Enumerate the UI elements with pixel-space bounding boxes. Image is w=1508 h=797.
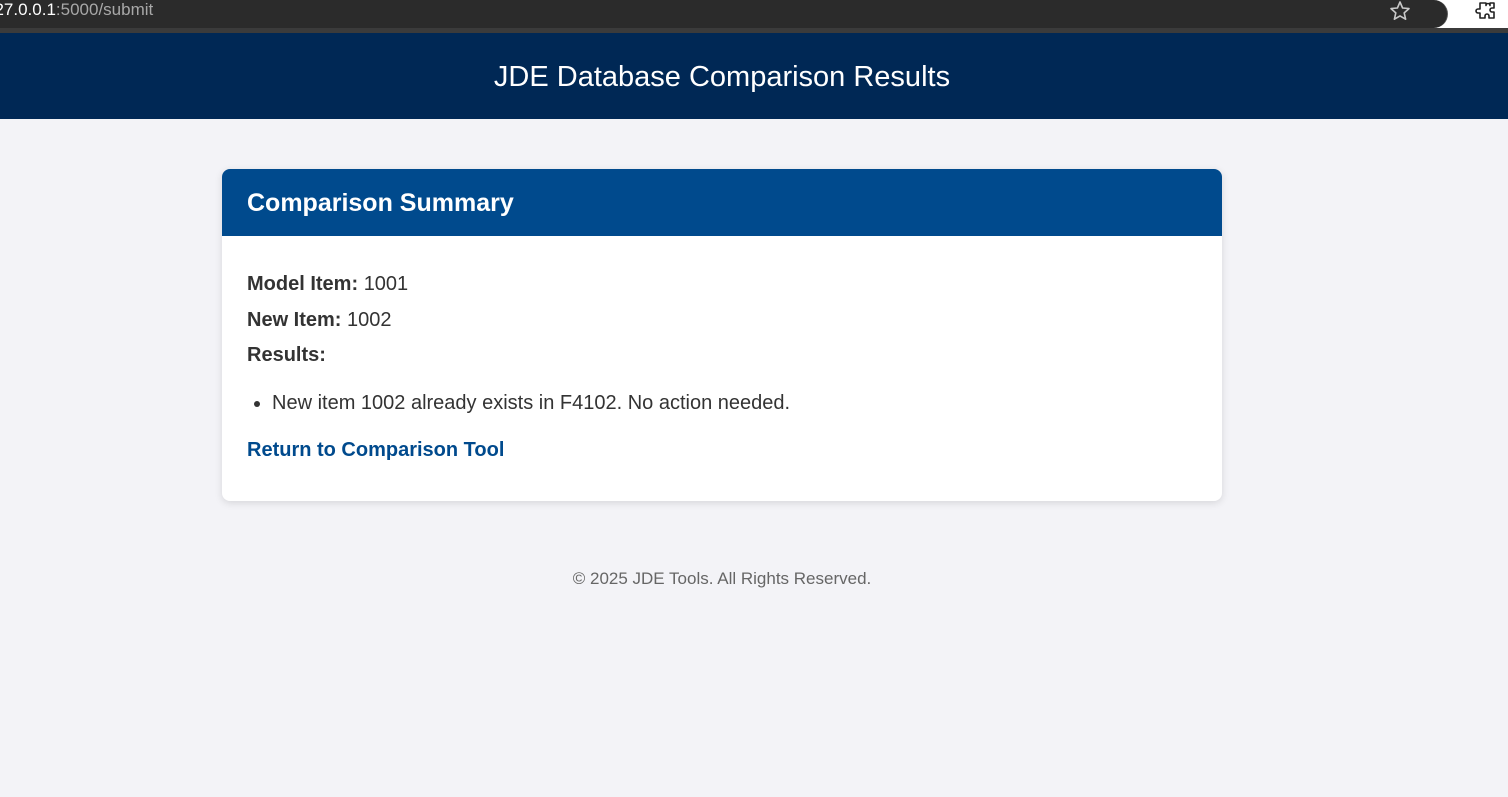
extension-icon[interactable]: [1474, 0, 1498, 22]
card-title: Comparison Summary: [247, 189, 514, 217]
url-host: 127.0.0.1: [0, 0, 56, 19]
url-path: :5000/submit: [55, 0, 154, 19]
results-heading: Results:: [247, 342, 326, 368]
model-item-line: Model Item: 1001: [247, 271, 408, 297]
page-title: JDE Database Comparison Results: [493, 61, 951, 93]
model-item-value: 1001: [363, 273, 409, 295]
list-item: New item 1002 already exists in F4102. N…: [272, 390, 790, 416]
card-header: Comparison Summary: [222, 169, 1222, 236]
new-item-value: 1002: [347, 309, 392, 331]
return-to-comparison-tool-link[interactable]: Return to Comparison Tool: [247, 437, 504, 463]
model-item-label: Model Item:: [247, 273, 359, 295]
url-text[interactable]: 127.0.0.1:5000/submit: [0, 0, 153, 22]
comparison-summary-card: Comparison Summary Model Item: 1001 New …: [222, 169, 1222, 501]
footer-copyright: © 2025 JDE Tools. All Rights Reserved.: [572, 569, 872, 588]
star-icon[interactable]: [1388, 0, 1412, 22]
address-bar[interactable]: 127.0.0.1:5000/submit: [0, 0, 1448, 28]
browser-toolbar: 127.0.0.1:5000/submit: [0, 0, 1508, 33]
results-label: Results:: [247, 344, 326, 366]
new-item-line: New Item: 1002: [247, 307, 392, 333]
new-item-label: New Item:: [247, 309, 342, 331]
results-list: New item 1002 already exists in F4102. N…: [247, 390, 790, 416]
site-header: JDE Database Comparison Results: [0, 33, 1508, 119]
